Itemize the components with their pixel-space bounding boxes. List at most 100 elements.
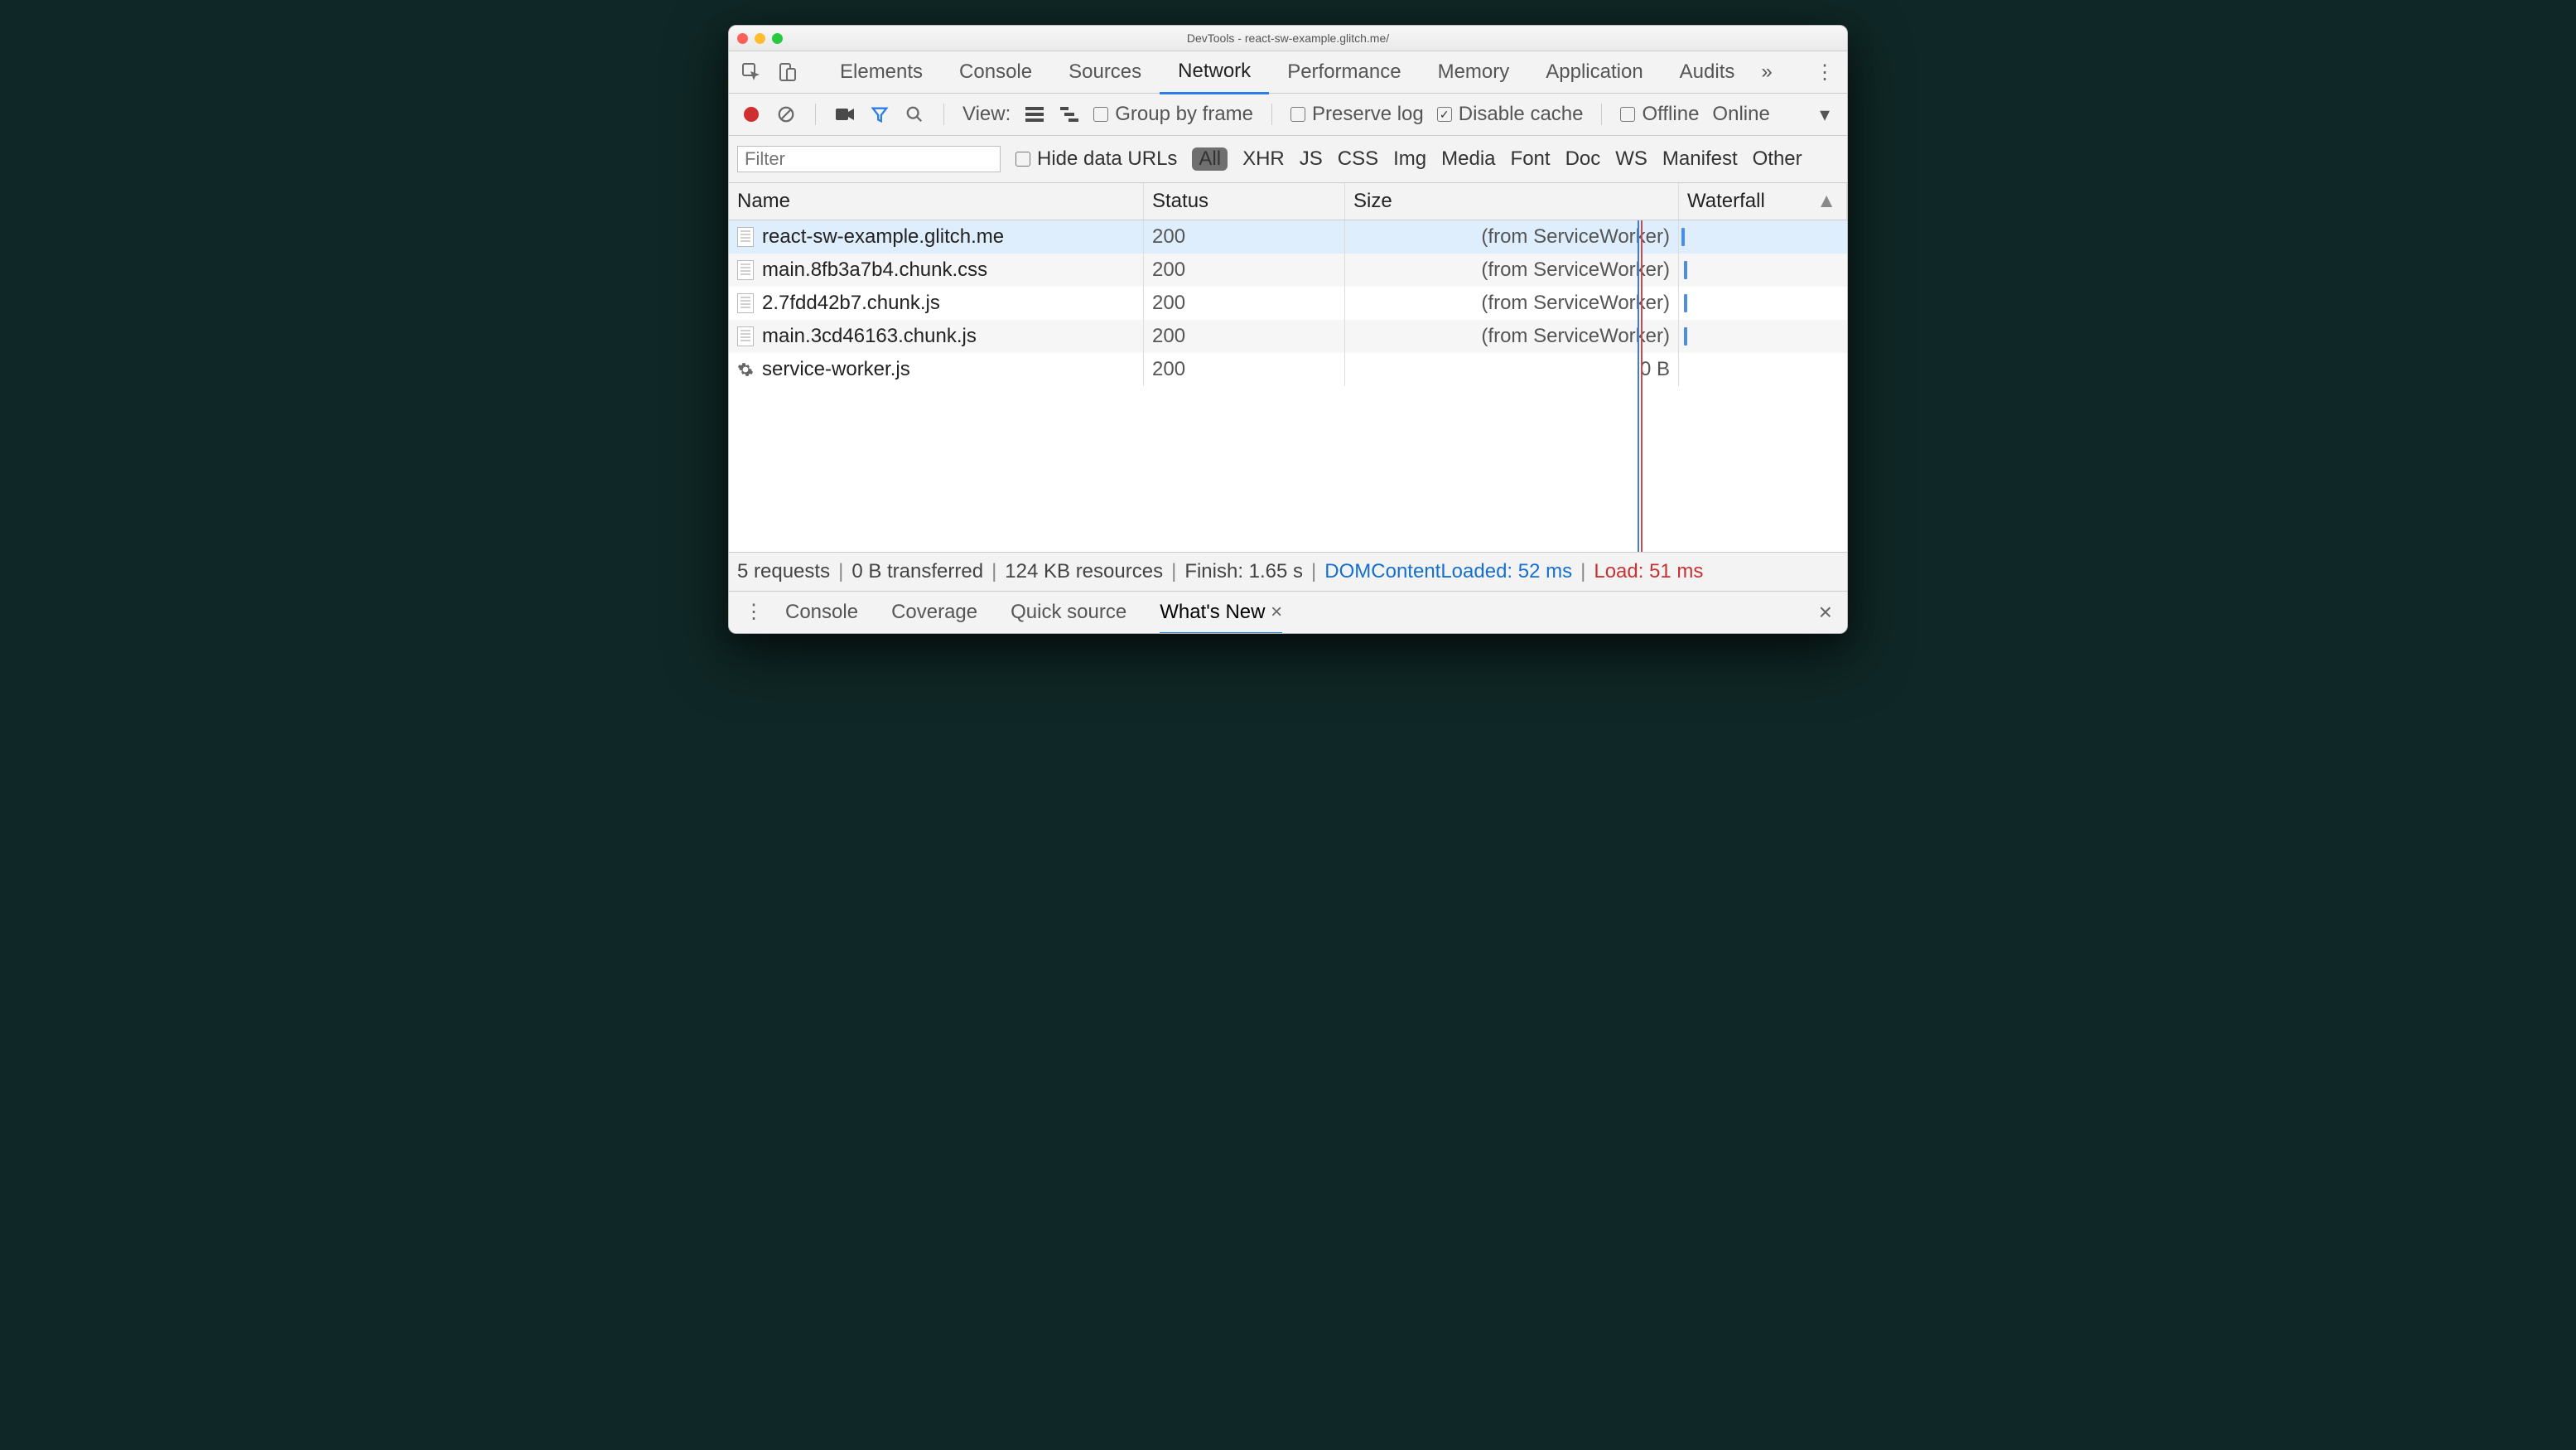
document-icon — [737, 260, 754, 280]
cell-status: 200 — [1144, 353, 1345, 386]
table-row[interactable]: main.8fb3a7b4.chunk.css200(from ServiceW… — [729, 254, 1847, 287]
tabs-overflow-icon[interactable]: » — [1753, 51, 1780, 93]
settings-kebab-icon[interactable]: ⋮ — [1814, 60, 1836, 85]
drawer-tab-console[interactable]: Console — [785, 601, 858, 624]
tab-elements[interactable]: Elements — [822, 51, 941, 93]
clear-icon[interactable] — [775, 104, 797, 125]
summary-load: Load: 51 ms — [1594, 560, 1703, 583]
waterfall-bar — [1684, 327, 1687, 346]
titlebar: DevTools - react-sw-example.glitch.me/ — [729, 26, 1847, 51]
cell-waterfall — [1679, 353, 1847, 386]
filter-type-css[interactable]: CSS — [1338, 147, 1378, 171]
filter-input[interactable] — [737, 146, 1001, 172]
sort-indicator-icon: ▲ — [1816, 190, 1836, 213]
cell-size: (from ServiceWorker) — [1345, 287, 1679, 320]
request-table: react-sw-example.glitch.me200(from Servi… — [729, 220, 1847, 553]
table-row[interactable]: 2.7fdd42b7.chunk.js200(from ServiceWorke… — [729, 287, 1847, 320]
filter-type-manifest[interactable]: Manifest — [1662, 147, 1738, 171]
drawer-tab-strip: ⋮ Console Coverage Quick source What's New … — [729, 592, 1847, 633]
cell-name: main.3cd46163.chunk.js — [729, 320, 1144, 353]
tab-sources[interactable]: Sources — [1050, 51, 1160, 93]
offline-checkbox[interactable]: Offline — [1620, 103, 1699, 126]
cell-waterfall — [1679, 254, 1847, 287]
table-header: Name Status Size Waterfall ▲ — [729, 183, 1847, 220]
camera-icon[interactable] — [834, 104, 856, 125]
search-icon[interactable] — [904, 104, 925, 125]
hide-data-urls-checkbox[interactable]: Hide data URLs — [1015, 147, 1177, 171]
tab-console[interactable]: Console — [941, 51, 1050, 93]
drawer-kebab-icon[interactable]: ⋮ — [744, 608, 757, 616]
document-icon — [737, 293, 754, 313]
main-tab-strip: ElementsConsoleSourcesNetworkPerformance… — [729, 51, 1847, 94]
filter-type-js[interactable]: JS — [1300, 147, 1323, 171]
record-icon[interactable] — [740, 104, 762, 125]
cell-waterfall — [1679, 287, 1847, 320]
inspect-element-icon[interactable] — [740, 61, 762, 83]
cell-size: (from ServiceWorker) — [1345, 320, 1679, 353]
devtools-window: DevTools - react-sw-example.glitch.me/ E… — [728, 25, 1848, 634]
tab-network[interactable]: Network — [1160, 51, 1269, 94]
summary-requests: 5 requests — [737, 560, 830, 583]
cell-status: 200 — [1144, 287, 1345, 320]
filter-type-media[interactable]: Media — [1441, 147, 1495, 171]
cell-status: 200 — [1144, 254, 1345, 287]
device-toolbar-icon[interactable] — [777, 61, 798, 83]
view-label: View: — [962, 103, 1011, 126]
filter-type-ws[interactable]: WS — [1615, 147, 1647, 171]
table-row[interactable]: main.3cd46163.chunk.js200(from ServiceWo… — [729, 320, 1847, 353]
large-rows-icon[interactable] — [1024, 104, 1045, 125]
tab-performance[interactable]: Performance — [1269, 51, 1419, 93]
summary-resources: 124 KB resources — [1005, 560, 1163, 583]
drawer-tab-what-s-new[interactable]: What's New × — [1160, 601, 1282, 634]
cell-size: (from ServiceWorker) — [1345, 254, 1679, 287]
filter-bar: Hide data URLs All XHR JS CSS Img Media Font Do… — [729, 136, 1847, 183]
filter-type-other[interactable]: Other — [1753, 147, 1802, 171]
waterfall-view-icon[interactable] — [1059, 104, 1080, 125]
summary-finish: Finish: 1.65 s — [1184, 560, 1303, 583]
gear-icon — [737, 361, 754, 378]
window-title: DevTools - react-sw-example.glitch.me/ — [729, 31, 1847, 45]
column-size[interactable]: Size — [1345, 183, 1679, 220]
cell-name: 2.7fdd42b7.chunk.js — [729, 287, 1144, 320]
preserve-log-checkbox[interactable]: Preserve log — [1290, 103, 1424, 126]
filter-type-xhr[interactable]: XHR — [1242, 147, 1285, 171]
cell-name: service-worker.js — [729, 353, 1144, 386]
summary-bar: 5 requests| 0 B transferred| 124 KB reso… — [729, 553, 1847, 592]
drawer-tab-quick-source[interactable]: Quick source — [1011, 601, 1126, 624]
cell-waterfall — [1679, 220, 1847, 254]
drawer-close-icon[interactable]: × — [1819, 599, 1832, 626]
tab-memory[interactable]: Memory — [1420, 51, 1528, 93]
table-row[interactable]: react-sw-example.glitch.me200(from Servi… — [729, 220, 1847, 254]
filter-icon[interactable] — [869, 104, 890, 125]
waterfall-bar — [1681, 228, 1685, 246]
filter-type-all[interactable]: All — [1192, 147, 1228, 171]
network-toolbar: View: Group by frame Preserve log Disabl… — [729, 94, 1847, 136]
table-row[interactable]: service-worker.js2000 B — [729, 353, 1847, 386]
throttling-dropdown-icon[interactable]: ▾ — [1814, 104, 1836, 125]
column-status[interactable]: Status — [1144, 183, 1345, 220]
waterfall-bar — [1684, 294, 1687, 312]
group-by-frame-checkbox[interactable]: Group by frame — [1093, 103, 1253, 126]
summary-transferred: 0 B transferred — [851, 560, 983, 583]
waterfall-bar — [1684, 261, 1687, 279]
filter-type-doc[interactable]: Doc — [1565, 147, 1601, 171]
filter-type-font[interactable]: Font — [1511, 147, 1551, 171]
cell-waterfall — [1679, 320, 1847, 353]
document-icon — [737, 227, 754, 247]
close-tab-icon[interactable]: × — [1265, 601, 1282, 623]
summary-domcontentloaded: DOMContentLoaded: 52 ms — [1324, 560, 1572, 583]
drawer-tab-coverage[interactable]: Coverage — [891, 601, 977, 624]
throttling-select[interactable]: Online — [1712, 103, 1769, 126]
cell-name: react-sw-example.glitch.me — [729, 220, 1144, 254]
tab-application[interactable]: Application — [1527, 51, 1661, 93]
cell-size: 0 B — [1345, 353, 1679, 386]
cell-status: 200 — [1144, 320, 1345, 353]
column-waterfall[interactable]: Waterfall ▲ — [1679, 183, 1847, 220]
filter-type-img[interactable]: Img — [1393, 147, 1426, 171]
cell-status: 200 — [1144, 220, 1345, 254]
column-name[interactable]: Name — [729, 183, 1144, 220]
document-icon — [737, 326, 754, 346]
disable-cache-checkbox[interactable]: Disable cache — [1437, 103, 1584, 126]
tab-audits[interactable]: Audits — [1662, 51, 1754, 93]
cell-size: (from ServiceWorker) — [1345, 220, 1679, 254]
